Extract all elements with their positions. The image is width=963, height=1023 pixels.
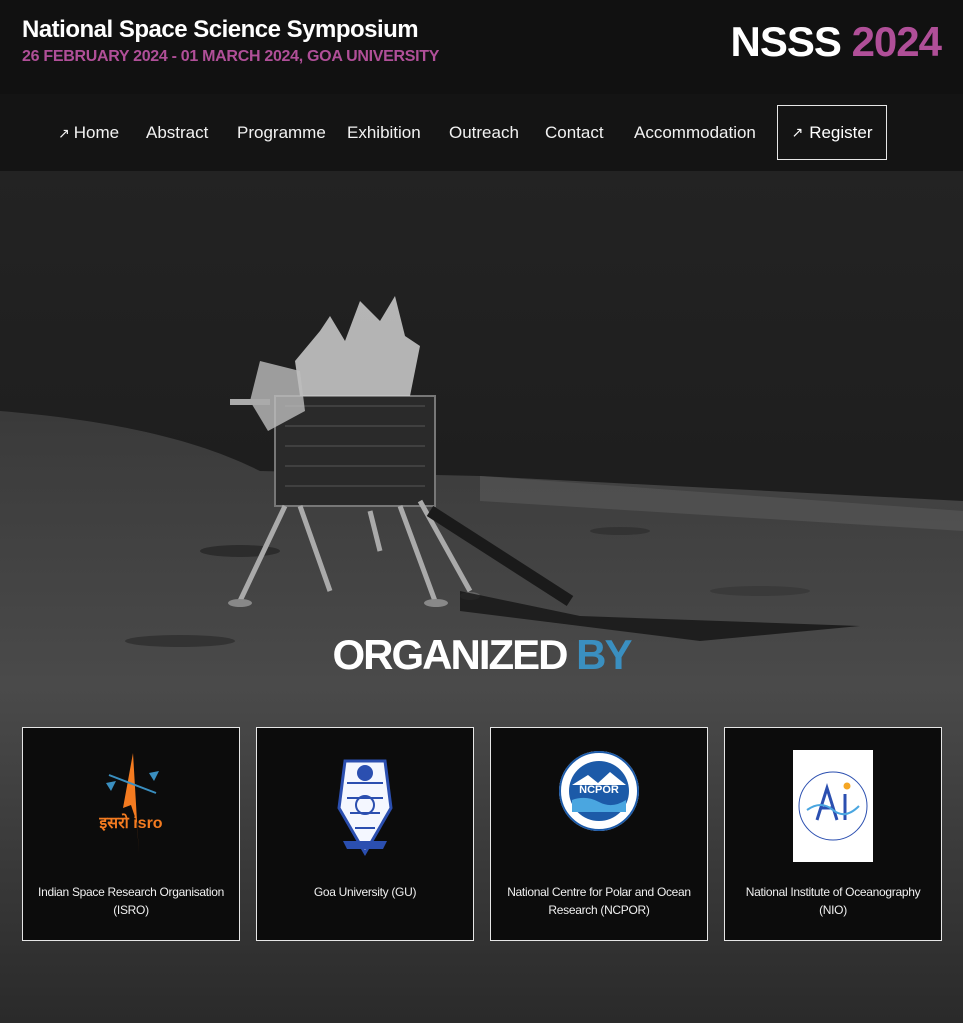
organizer-card-isro[interactable]: इसरो isro Indian Space Research Organisa… <box>22 727 240 941</box>
site-header: National Space Science Symposium 26 FEBR… <box>0 0 963 94</box>
nav-home-label: Home <box>73 123 120 142</box>
organized-title-main: ORGANIZED <box>332 631 568 678</box>
nav-home[interactable]: ↗ Home <box>58 123 119 143</box>
organizer-card-ncpor[interactable]: NCPOR National Centre for Polar and Ocea… <box>490 727 708 941</box>
ncpor-logo-text: NCPOR <box>579 784 619 796</box>
nav-accommodation[interactable]: Accommodation <box>634 123 756 143</box>
nav-contact[interactable]: Contact <box>545 123 604 143</box>
site-title[interactable]: National Space Science Symposium <box>22 16 419 44</box>
organizer-caption: National Centre for Polar and Ocean Rese… <box>507 885 691 917</box>
event-dates: 26 FEBRUARY 2024 - 01 MARCH 2024, GOA UN… <box>22 48 440 65</box>
brand-logo[interactable]: NSSS 2024 <box>730 18 942 66</box>
organized-title-accent: BY <box>576 631 632 678</box>
isro-logo-text: इसरो isro <box>99 815 163 832</box>
organizer-card-gu[interactable]: Goa University (GU) <box>256 727 474 941</box>
nav-programme[interactable]: Programme <box>237 123 326 143</box>
organizer-caption: National Institute of Oceanography (NIO) <box>745 885 921 917</box>
organizer-caption: Goa University (GU) <box>313 885 417 899</box>
brand-primary: NSSS <box>730 18 842 65</box>
register-label: Register <box>809 122 873 142</box>
nav-abstract[interactable]: Abstract <box>146 123 208 143</box>
organized-by-heading: ORGANIZED BY <box>0 631 963 679</box>
arrow-up-right-icon: ↗ <box>58 125 70 141</box>
goa-university-logo <box>335 753 395 858</box>
isro-logo: इसरो isro <box>81 753 181 858</box>
main-nav: ↗ Home Abstract Programme Exhibition Outr… <box>0 94 963 171</box>
nav-outreach[interactable]: Outreach <box>449 123 519 143</box>
organizer-caption: Indian Space Research Organisation (ISRO… <box>38 885 224 917</box>
arrow-up-right-icon: ↗ <box>791 124 804 140</box>
ncpor-logo: NCPOR <box>558 750 640 832</box>
register-button[interactable]: ↗ Register <box>777 105 887 160</box>
nio-logo <box>793 750 873 862</box>
brand-year: 2024 <box>851 18 942 65</box>
organizer-card-nio[interactable]: National Institute of Oceanography (NIO) <box>724 727 942 941</box>
nav-exhibition[interactable]: Exhibition <box>347 123 421 143</box>
